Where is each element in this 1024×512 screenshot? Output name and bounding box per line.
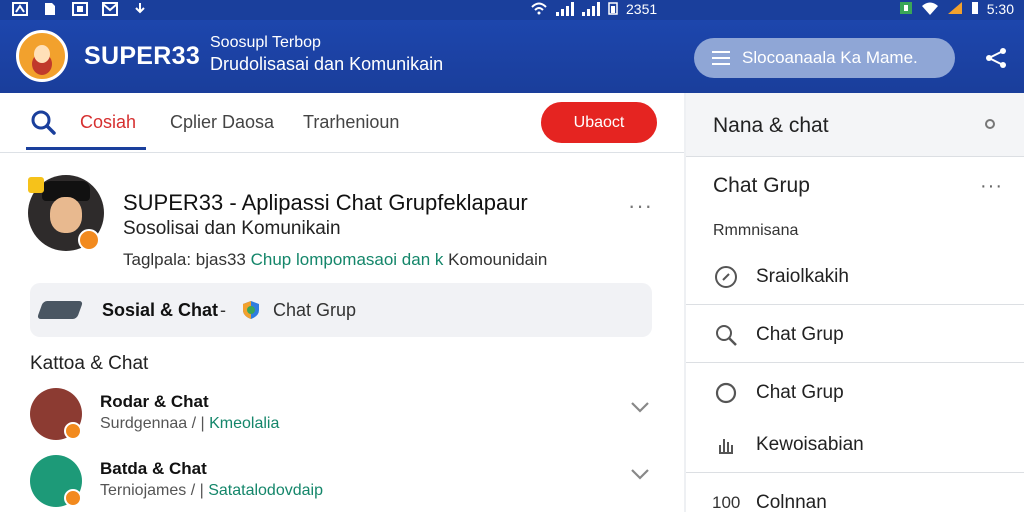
share-icon[interactable]	[984, 46, 1008, 70]
alert-icon	[899, 1, 913, 18]
image-icon	[72, 2, 88, 16]
list-item-sub-highlight: Kmeolalia	[209, 415, 280, 432]
side-item[interactable]: Chat Grup	[686, 305, 1024, 363]
tagline-label: Taglpala:	[123, 250, 196, 269]
search-icon[interactable]	[30, 109, 56, 135]
main-content: Cosiah Cplier Daosa Trarhenioun Ubaoct S…	[0, 93, 684, 512]
section-title: Kattoa & Chat	[30, 353, 149, 374]
tagline-mid: bjas33	[195, 250, 246, 269]
mail-icon	[102, 2, 118, 16]
status-time: 5:30	[986, 1, 1014, 17]
chat-bubble-icon	[714, 381, 738, 405]
more-options-icon[interactable]: ···	[980, 175, 1003, 198]
status-right: 5:30	[899, 0, 1014, 18]
side-section-caption: Rmmnisana	[713, 222, 799, 239]
side-item-count: 100	[712, 493, 741, 512]
side-item[interactable]: Sraiolkakih	[686, 247, 1024, 305]
search-icon	[714, 323, 738, 347]
category-separator: -	[220, 300, 226, 320]
more-options-icon[interactable]: ···	[628, 193, 653, 219]
wifi-icon	[530, 1, 548, 18]
verified-badge-icon	[78, 229, 100, 251]
list-item[interactable]: Batda & Chat Terniojames / | Satatalodov…	[0, 455, 684, 512]
status-bar: 2351 5:30	[0, 0, 1024, 20]
app-name: SUPER33	[84, 42, 201, 70]
side-item-label: Chat Grup	[756, 382, 844, 403]
status-time-center: 2351	[626, 1, 658, 17]
verified-badge-icon	[64, 489, 82, 507]
side-item-label: Sraiolkakih	[756, 266, 849, 287]
notification-icon	[12, 2, 28, 16]
status-dot-icon[interactable]	[985, 119, 995, 129]
hand-icon	[714, 433, 738, 457]
phone-icon	[36, 301, 84, 319]
post-tagline: Taglpala: bjas33 Chup lompomasaoi dan k …	[123, 250, 547, 270]
side-item[interactable]: Chat Grup	[686, 363, 1024, 421]
chevron-down-icon[interactable]	[630, 467, 650, 480]
battery-icon-right	[971, 1, 979, 18]
status-center: 2351	[530, 0, 657, 18]
post-subtitle: Sosolisai dan Komunikain	[123, 218, 341, 239]
list-item-subtitle: Terniojames / | Satatalodovdaip	[100, 482, 323, 500]
tagline-end: Komounidain	[448, 250, 548, 269]
notification-icons	[12, 2, 148, 16]
list-item-title: Rodar & Chat	[100, 392, 209, 411]
category-main: Sosial & Chat	[102, 300, 219, 320]
tagline-highlight: Chup lompomasaoi dan k	[245, 250, 449, 269]
post-title: SUPER33 - Aplipassi Chat Grupfeklapaur	[123, 190, 528, 215]
battery-icon	[608, 1, 618, 18]
side-panel: Nana & chat Chat Grup ··· Rmmnisana Srai…	[686, 93, 1024, 512]
app-bar: SUPER33 Soosupl Terbop Drudolisasai dan …	[0, 20, 1024, 93]
list-item-sub-plain: Terniojames / |	[100, 482, 209, 499]
hamburger-icon	[712, 51, 730, 65]
list-item-sub-plain: Surdgennaa / |	[100, 415, 210, 432]
tab-bar: Cosiah Cplier Daosa Trarhenioun Ubaoct	[0, 93, 684, 153]
shield-icon	[240, 299, 262, 321]
tab-cosiah[interactable]: Cosiah	[80, 112, 136, 133]
app-subtitle-line1: Soosupl Terbop	[210, 34, 321, 51]
list-item-sub-highlight: Satatalodovdaip	[208, 482, 323, 499]
file-icon	[42, 2, 58, 16]
cta-button[interactable]: Ubaoct	[541, 102, 657, 143]
list-item[interactable]: Rodar & Chat Surdgennaa / | Kmeolalia	[0, 388, 684, 450]
verified-badge-icon	[64, 422, 82, 440]
list-item-title: Batda & Chat	[100, 459, 207, 478]
app-logo[interactable]	[16, 30, 68, 82]
app-subtitle-line2: Drudolisasai dan Komunikain	[210, 54, 444, 74]
wifi-icon-right	[921, 1, 939, 18]
side-panel-header: Nana & chat	[686, 93, 1024, 157]
category-chip[interactable]: Sosial & Chat - Chat Grup	[30, 283, 652, 337]
side-item[interactable]: 100 Colnnan	[686, 473, 1024, 512]
side-item-label: Chat Grup	[756, 324, 844, 345]
tab-trarhenioun[interactable]: Trarhenioun	[303, 112, 399, 133]
side-item[interactable]: Kewoisabian	[686, 415, 1024, 473]
side-panel-title: Nana & chat	[713, 114, 829, 137]
category-secondary: Chat Grup	[273, 300, 357, 320]
signal-warning-icon	[947, 1, 963, 18]
active-tab-indicator	[26, 147, 146, 150]
side-section-title: Chat Grup	[713, 174, 810, 197]
side-item-label: Colnnan	[756, 492, 827, 512]
side-item-label: Kewoisabian	[756, 434, 864, 455]
download-icon	[132, 2, 148, 16]
signal-icon-2	[582, 2, 600, 16]
tab-cplier-daosa[interactable]: Cplier Daosa	[170, 112, 274, 133]
menu-button[interactable]: Slocoanaala Ka Mame.	[694, 38, 955, 78]
featured-badge-icon	[28, 177, 44, 193]
menu-label: Slocoanaala Ka Mame.	[742, 48, 918, 67]
signal-icon	[556, 2, 574, 16]
list-item-subtitle: Surdgennaa / | Kmeolalia	[100, 415, 279, 433]
compass-icon	[714, 265, 738, 289]
chevron-down-icon[interactable]	[630, 400, 650, 413]
